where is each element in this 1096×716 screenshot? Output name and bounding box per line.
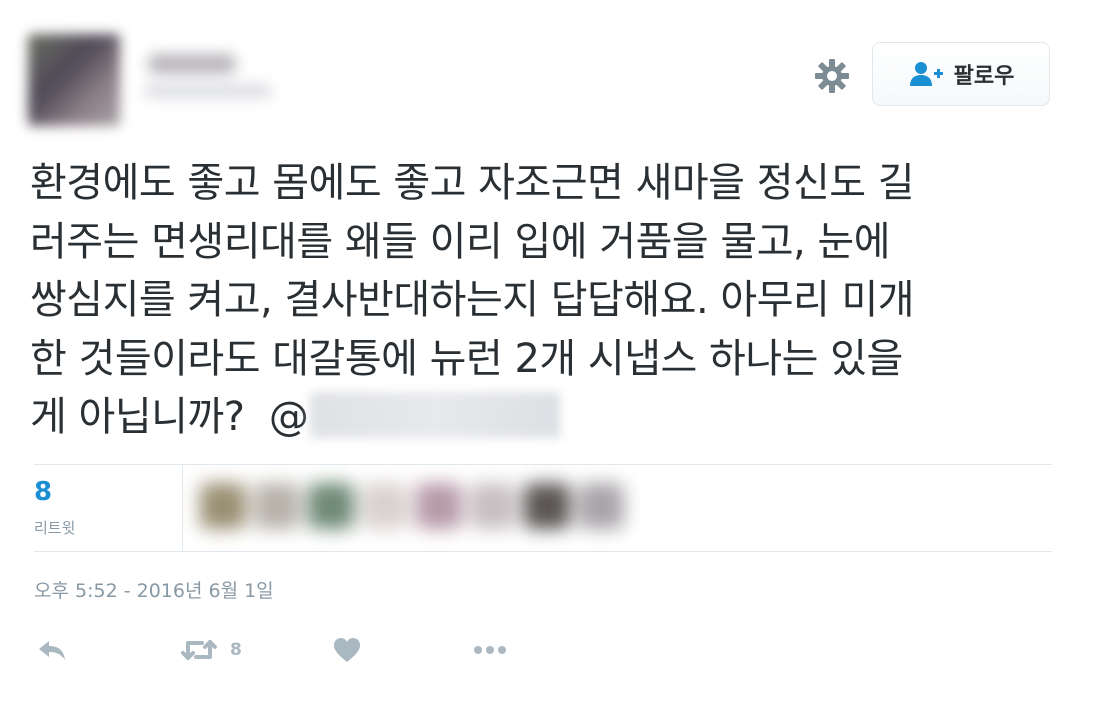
retweet-stat[interactable]: 8 리트윗 (34, 465, 183, 551)
retweet-action-count: 8 (230, 640, 242, 660)
retweet-icon (180, 636, 218, 664)
gear-icon[interactable] (812, 56, 852, 96)
tweet-text-line: 한 것들이라도 대갈통에 뉴런 2개 시냅스 하나는 있을 (30, 335, 903, 382)
more-icon (472, 644, 508, 656)
tweet-timestamp[interactable]: 오후 5:52 - 2016년 6월 1일 (34, 576, 274, 603)
tweet-stats: 8 리트윗 (34, 464, 1052, 552)
follow-label: 팔로우 (953, 64, 1015, 89)
avatar[interactable] (28, 34, 120, 126)
retweet-label: 리트윗 (34, 519, 76, 537)
author-name-redacted[interactable] (140, 50, 280, 108)
reply-icon (36, 636, 68, 664)
retweet-button[interactable]: 8 (180, 630, 242, 670)
like-button[interactable] (332, 630, 362, 670)
retweet-count: 8 (34, 477, 53, 507)
reply-button[interactable] (36, 630, 68, 670)
tweet-text-line: 게 아닙니까? (30, 394, 245, 440)
tweet-text-line-last: 게 아닙니까? @ (30, 388, 1060, 447)
tweet-text-line: 쌍심지를 켜고, 결사반대하는지 답답해요. 아무리 미개 (30, 277, 915, 323)
user-plus-icon (908, 60, 944, 88)
tweet-text-line: 환경에도 좋고 몸에도 좋고 자조근면 새마을 정신도 길 (30, 160, 915, 206)
tweet-text-line: 러주는 면생리대를 왜들 이리 입에 거품을 물고, 눈에 (30, 218, 891, 265)
tweet-card: 팔로우 환경에도 좋고 몸에도 좋고 자조근면 새마을 정신도 길 러주는 면생… (0, 0, 1096, 716)
heart-icon (332, 636, 362, 664)
follow-button[interactable]: 팔로우 (872, 42, 1050, 106)
tweet-text: 환경에도 좋고 몸에도 좋고 자조근면 새마을 정신도 길 러주는 면생리대를 … (30, 154, 1060, 447)
more-button[interactable] (472, 630, 508, 670)
retweeter-avatars-redacted[interactable] (200, 483, 632, 535)
mention-prefix[interactable]: @ (269, 394, 309, 440)
mention-redacted[interactable] (310, 392, 561, 438)
